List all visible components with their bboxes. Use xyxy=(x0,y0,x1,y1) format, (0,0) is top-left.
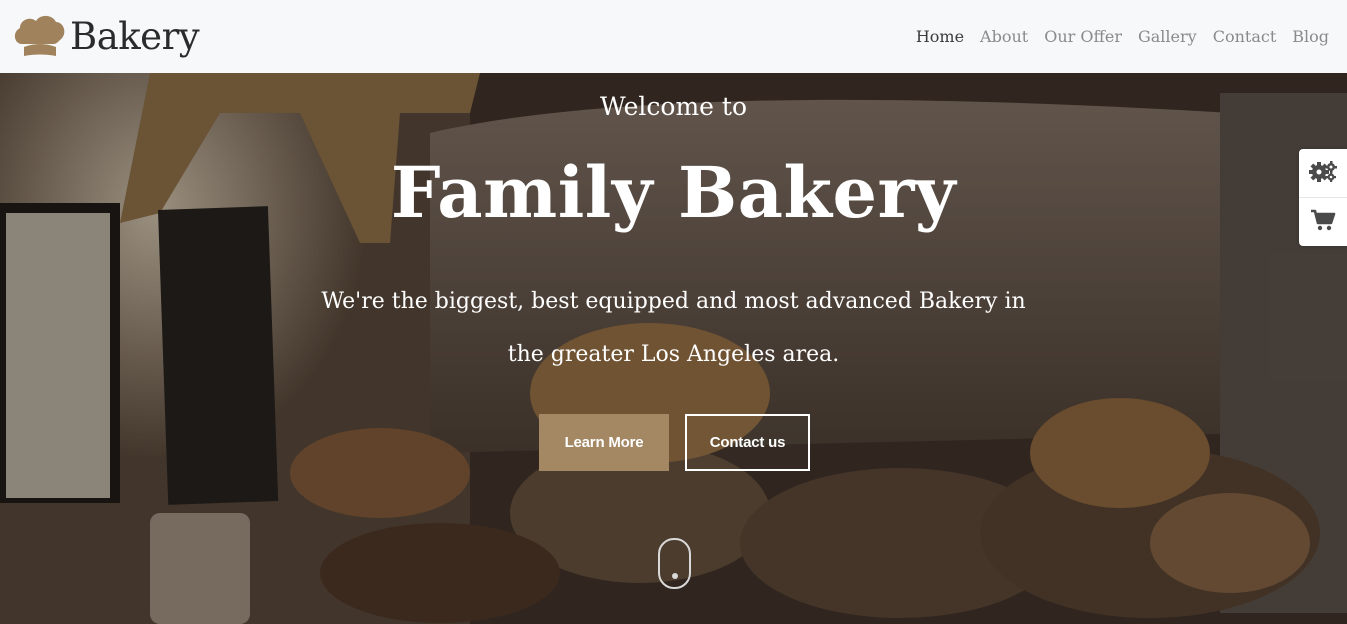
chef-hat-icon xyxy=(12,14,66,60)
contact-us-button[interactable]: Contact us xyxy=(685,414,810,471)
welcome-text: Welcome to xyxy=(599,92,748,121)
brand-logo[interactable]: Bakery xyxy=(12,14,200,60)
side-widget xyxy=(1299,149,1347,246)
cart-button[interactable] xyxy=(1299,197,1347,245)
hero-section: Welcome to Family Bakery We're the bigge… xyxy=(0,73,1347,624)
learn-more-button[interactable]: Learn More xyxy=(539,414,669,471)
hero-tagline: We're the biggest, best equipped and mos… xyxy=(321,289,1026,367)
gears-icon xyxy=(1308,159,1338,187)
nav-about[interactable]: About xyxy=(980,27,1028,46)
nav-our-offer[interactable]: Our Offer xyxy=(1044,27,1122,46)
nav-gallery[interactable]: Gallery xyxy=(1138,27,1197,46)
nav-contact[interactable]: Contact xyxy=(1213,27,1277,46)
settings-button[interactable] xyxy=(1299,149,1347,197)
nav-home[interactable]: Home xyxy=(916,27,964,46)
hero-headline: Family Bakery xyxy=(390,151,957,234)
scroll-mouse-icon[interactable] xyxy=(658,538,691,589)
shopping-cart-icon xyxy=(1310,208,1336,236)
nav-blog[interactable]: Blog xyxy=(1292,27,1329,46)
brand-name: Bakery xyxy=(70,15,200,58)
scroll-dot xyxy=(672,573,678,579)
site-header: Bakery Home About Our Offer Gallery Cont… xyxy=(0,0,1347,73)
main-nav: Home About Our Offer Gallery Contact Blo… xyxy=(916,27,1329,46)
